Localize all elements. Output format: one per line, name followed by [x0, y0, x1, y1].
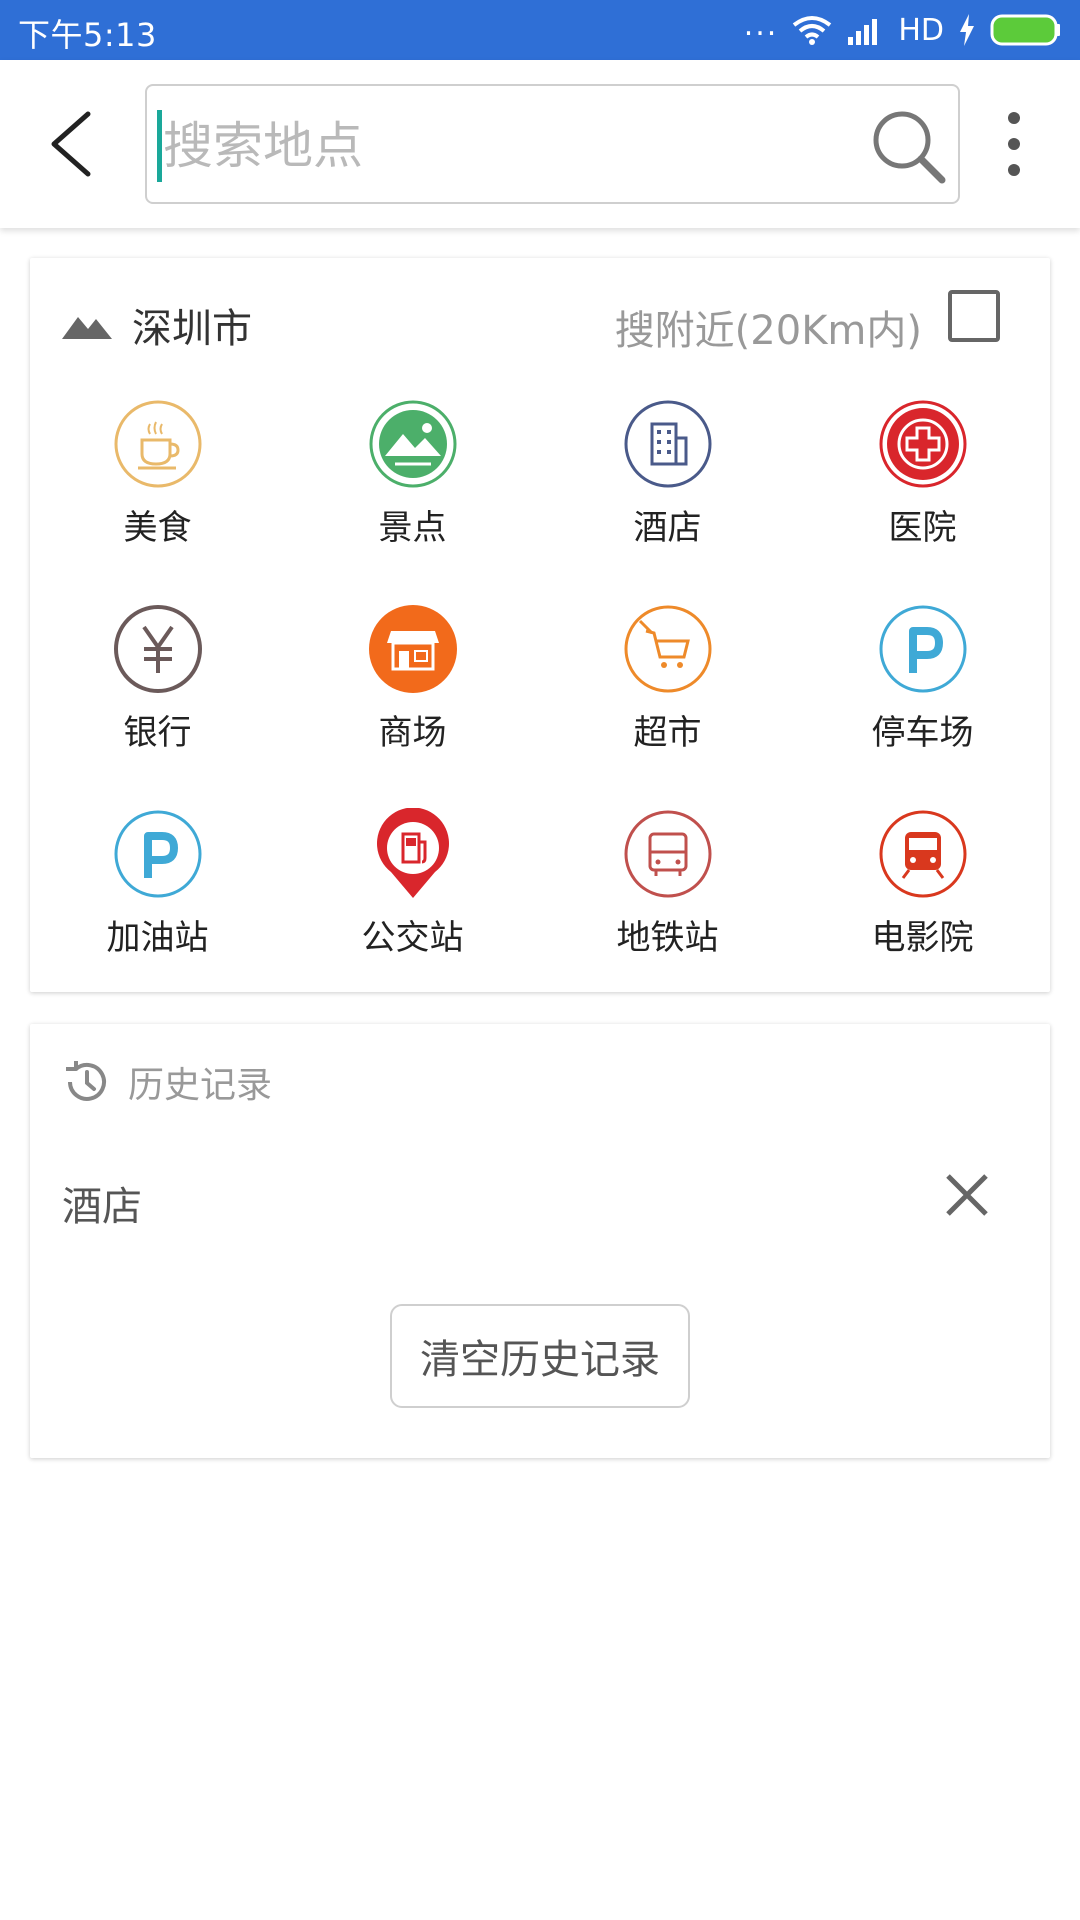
category-gas-station[interactable]: 加油站: [30, 808, 285, 978]
parking-icon: [879, 605, 966, 693]
category-bank[interactable]: 银行: [30, 603, 285, 773]
category-label: 地铁站: [616, 918, 719, 958]
city-name: 深圳市: [132, 306, 252, 352]
category-label: 公交站: [361, 918, 464, 958]
category-metro-station[interactable]: 地铁站: [540, 808, 795, 978]
category-hospital[interactable]: 医院: [795, 398, 1050, 568]
status-bar: 下午5:13 ... HD: [0, 0, 1080, 60]
bus-icon: [624, 810, 711, 898]
category-supermarket[interactable]: 超市: [540, 603, 795, 773]
status-time: 下午5:13: [18, 16, 157, 54]
category-card: 深圳市 搜附近(20Km内) 美食 景点 酒店 医院 银行 商场 超市 停车场 …: [30, 258, 1050, 992]
charging-icon: [960, 14, 974, 46]
train-icon: [879, 810, 966, 898]
category-label: 酒店: [633, 508, 702, 548]
history-icon: [66, 1061, 106, 1101]
history-header: 历史记录: [62, 1056, 272, 1108]
more-options-button[interactable]: [994, 112, 1034, 176]
parking-icon: [114, 810, 201, 898]
medical-cross-icon: [879, 400, 966, 488]
text-cursor: [157, 110, 162, 182]
search-box: [145, 84, 960, 204]
more-notifications-icon: ...: [743, 7, 779, 43]
nearby-label: 搜附近(20Km内): [614, 308, 922, 354]
category-label: 美食: [123, 508, 192, 548]
category-bus-stop[interactable]: 公交站: [285, 808, 540, 978]
more-dot-icon: [1008, 164, 1020, 176]
search-icon[interactable]: [866, 104, 950, 188]
category-label: 加油站: [106, 918, 209, 958]
history-item[interactable]: 酒店: [62, 1174, 142, 1232]
category-mall[interactable]: 商场: [285, 603, 540, 773]
yen-icon: [113, 605, 202, 693]
wifi-icon: [793, 16, 832, 45]
coffee-cup-icon: [114, 400, 201, 488]
category-cinema[interactable]: 电影院: [795, 808, 1050, 978]
close-icon[interactable]: [944, 1172, 990, 1218]
city-selector[interactable]: 深圳市: [62, 290, 252, 360]
landscape-icon: [369, 400, 456, 488]
back-button[interactable]: [40, 108, 104, 180]
network-type: HD: [898, 12, 944, 48]
search-toolbar: [0, 60, 1080, 228]
category-label: 银行: [123, 713, 192, 753]
status-icons: ... HD: [743, 7, 1062, 51]
shopping-cart-icon: [624, 605, 711, 693]
category-food[interactable]: 美食: [30, 398, 285, 568]
history-title: 历史记录: [128, 1065, 273, 1106]
category-label: 电影院: [871, 918, 974, 958]
nearby-checkbox[interactable]: [948, 290, 1000, 342]
category-parking[interactable]: 停车场: [795, 603, 1050, 773]
fuel-pump-icon: [376, 808, 449, 898]
category-label: 商场: [378, 713, 447, 753]
clear-history-button[interactable]: 清空历史记录: [390, 1304, 690, 1408]
history-card: 历史记录 酒店 清空历史记录: [30, 1024, 1050, 1458]
category-scenic[interactable]: 景点: [285, 398, 540, 568]
storefront-icon: [368, 605, 457, 693]
search-input[interactable]: [163, 106, 853, 186]
battery-icon: [990, 14, 1060, 46]
category-label: 医院: [888, 508, 957, 548]
category-label: 超市: [633, 713, 702, 753]
mountain-icon: [62, 317, 112, 339]
building-icon: [624, 400, 711, 488]
more-dot-icon: [1008, 138, 1020, 150]
more-dot-icon: [1008, 112, 1020, 124]
category-label: 景点: [378, 508, 447, 548]
category-label: 停车场: [871, 713, 974, 753]
category-hotel[interactable]: 酒店: [540, 398, 795, 568]
signal-icon: [848, 19, 878, 45]
